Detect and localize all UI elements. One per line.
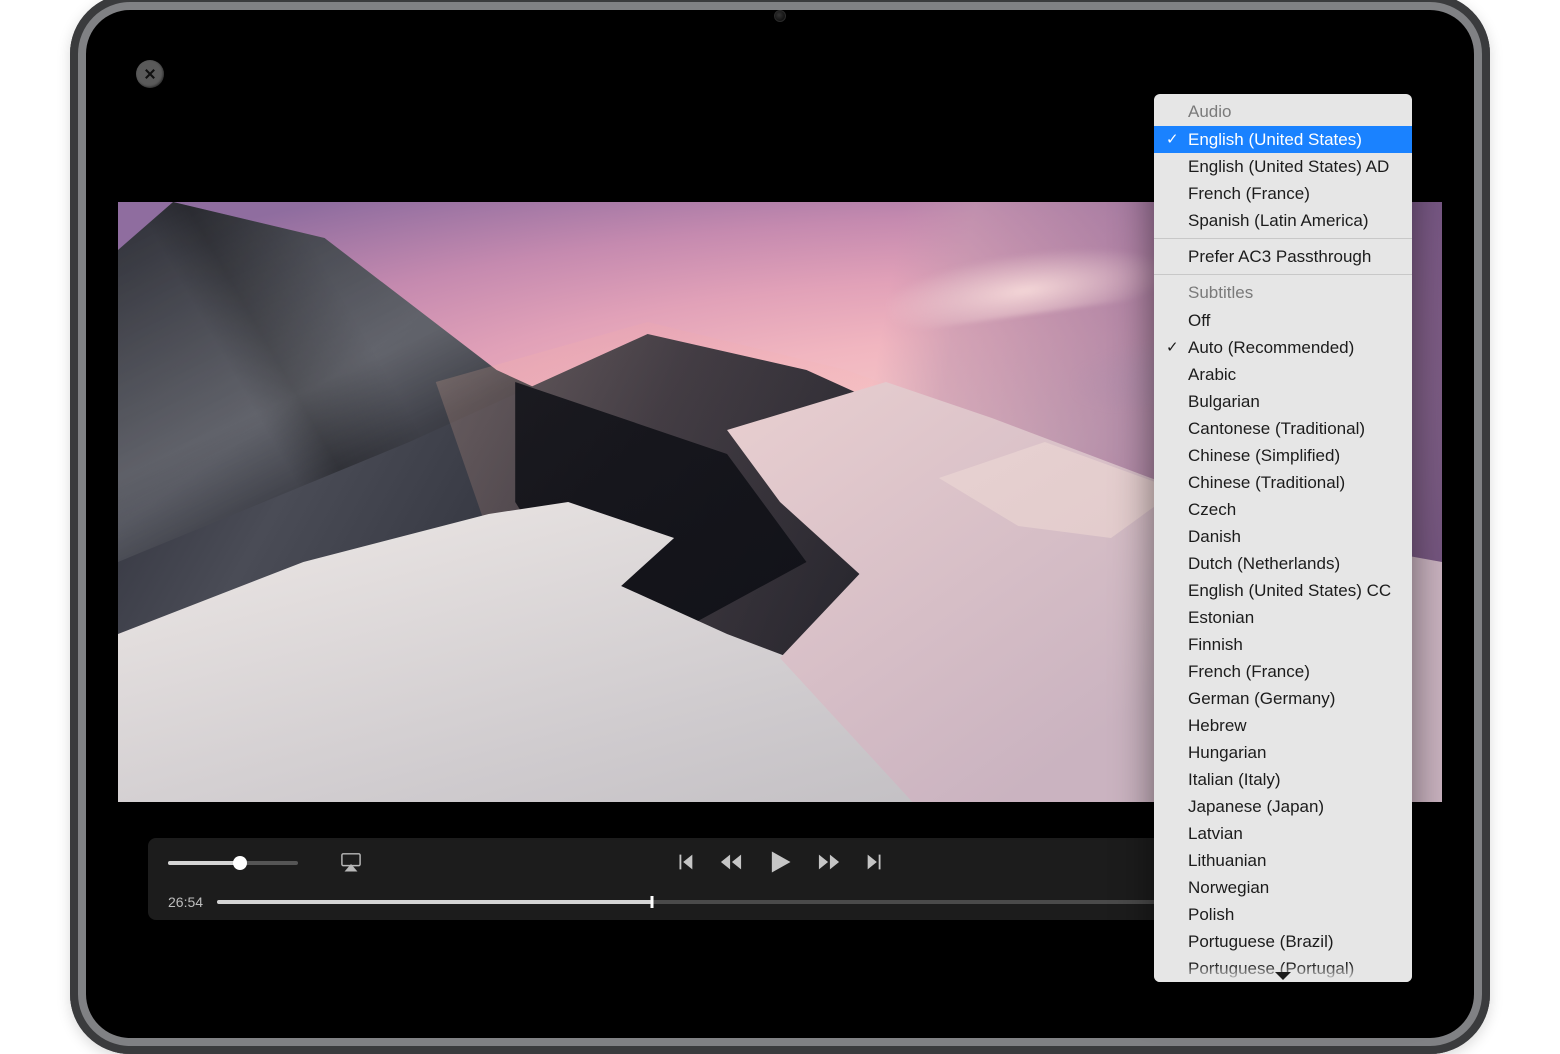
subtitle-option[interactable]: Chinese (Traditional) — [1154, 469, 1412, 496]
subtitle-option[interactable]: Japanese (Japan) — [1154, 793, 1412, 820]
close-icon — [143, 67, 157, 81]
menu-item-label: English (United States) — [1188, 130, 1362, 149]
menu-item-label: Latvian — [1188, 824, 1243, 843]
audio-subtitles-menu[interactable]: Audio ✓ English (United States) English (U… — [1154, 94, 1412, 982]
menu-item-label: Lithuanian — [1188, 851, 1266, 870]
subtitle-option[interactable]: Estonian — [1154, 604, 1412, 631]
subtitle-option[interactable]: Norwegian — [1154, 874, 1412, 901]
menu-item-label: Dutch (Netherlands) — [1188, 554, 1340, 573]
menu-item-label: Auto (Recommended) — [1188, 338, 1354, 357]
menu-item-label: Chinese (Simplified) — [1188, 446, 1340, 465]
close-button[interactable] — [136, 60, 164, 88]
menu-item-label: Cantonese (Traditional) — [1188, 419, 1365, 438]
audio-section-header: Audio — [1154, 98, 1412, 126]
next-button[interactable] — [864, 851, 886, 876]
menu-item-label: Off — [1188, 311, 1210, 330]
menu-item-label: French (France) — [1188, 662, 1310, 681]
ac3-passthrough-option[interactable]: Prefer AC3 Passthrough — [1154, 243, 1412, 270]
menu-item-label: Hebrew — [1188, 716, 1247, 735]
subtitle-option[interactable]: Off — [1154, 307, 1412, 334]
camera-icon — [774, 10, 786, 22]
subtitle-option[interactable]: Arabic — [1154, 361, 1412, 388]
subtitle-option[interactable]: ✓ Auto (Recommended) — [1154, 334, 1412, 361]
subtitles-section-header: Subtitles — [1154, 279, 1412, 307]
audio-option[interactable]: ✓ English (United States) — [1154, 126, 1412, 153]
menu-item-label: Czech — [1188, 500, 1236, 519]
subtitle-option[interactable]: Italian (Italy) — [1154, 766, 1412, 793]
menu-item-label: Finnish — [1188, 635, 1243, 654]
video-player-fullscreen: 26:54 Audio ✓ English (United States) Engl… — [118, 42, 1442, 942]
menu-separator — [1154, 274, 1412, 275]
menu-item-label: Bulgarian — [1188, 392, 1260, 411]
volume-slider[interactable] — [168, 861, 318, 865]
check-icon: ✓ — [1166, 336, 1179, 359]
laptop-bezel: 26:54 Audio ✓ English (United States) Engl… — [70, 0, 1490, 1054]
previous-button[interactable] — [674, 851, 696, 876]
subtitle-option[interactable]: Finnish — [1154, 631, 1412, 658]
subtitle-option[interactable]: French (France) — [1154, 658, 1412, 685]
menu-item-label: Hungarian — [1188, 743, 1266, 762]
menu-item-label: English (United States) CC — [1188, 581, 1391, 600]
subtitle-option[interactable]: Dutch (Netherlands) — [1154, 550, 1412, 577]
subtitle-option[interactable]: Czech — [1154, 496, 1412, 523]
rewind-icon — [720, 851, 742, 873]
menu-item-label: English (United States) AD — [1188, 157, 1389, 176]
menu-item-label: Spanish (Latin America) — [1188, 211, 1368, 230]
play-icon — [766, 848, 794, 876]
elapsed-time: 26:54 — [168, 894, 203, 910]
menu-item-label: Chinese (Traditional) — [1188, 473, 1345, 492]
airplay-icon — [340, 852, 362, 872]
subtitle-option[interactable]: Lithuanian — [1154, 847, 1412, 874]
scroll-down-indicator-icon[interactable] — [1275, 972, 1291, 980]
airplay-button[interactable] — [340, 852, 362, 875]
menu-item-label: Portuguese (Brazil) — [1188, 932, 1334, 951]
fast-forward-icon — [818, 851, 840, 873]
skip-back-icon — [674, 851, 696, 873]
subtitle-option[interactable]: Polish — [1154, 901, 1412, 928]
subtitle-option[interactable]: Latvian — [1154, 820, 1412, 847]
menu-item-label: German (Germany) — [1188, 689, 1335, 708]
subtitle-option[interactable]: English (United States) CC — [1154, 577, 1412, 604]
menu-item-label: Arabic — [1188, 365, 1236, 384]
menu-item-label: Italian (Italy) — [1188, 770, 1281, 789]
rewind-button[interactable] — [720, 851, 742, 876]
subtitle-option[interactable]: Portuguese (Brazil) — [1154, 928, 1412, 955]
audio-option[interactable]: French (France) — [1154, 180, 1412, 207]
menu-separator — [1154, 238, 1412, 239]
menu-item-label: Japanese (Japan) — [1188, 797, 1324, 816]
menu-item-label: Estonian — [1188, 608, 1254, 627]
play-button[interactable] — [766, 848, 794, 879]
subtitle-option[interactable]: Chinese (Simplified) — [1154, 442, 1412, 469]
subtitle-option[interactable]: Hungarian — [1154, 739, 1412, 766]
skip-forward-icon — [864, 851, 886, 873]
subtitle-option[interactable]: Danish — [1154, 523, 1412, 550]
subtitle-option[interactable]: Hebrew — [1154, 712, 1412, 739]
forward-button[interactable] — [818, 851, 840, 876]
subtitle-option[interactable]: Cantonese (Traditional) — [1154, 415, 1412, 442]
menu-item-label: Polish — [1188, 905, 1234, 924]
subtitle-option[interactable]: Bulgarian — [1154, 388, 1412, 415]
subtitle-option[interactable]: German (Germany) — [1154, 685, 1412, 712]
menu-item-label: French (France) — [1188, 184, 1310, 203]
audio-option[interactable]: English (United States) AD — [1154, 153, 1412, 180]
menu-item-label: Norwegian — [1188, 878, 1269, 897]
check-icon: ✓ — [1166, 128, 1179, 151]
menu-item-label: Danish — [1188, 527, 1241, 546]
audio-option[interactable]: Spanish (Latin America) — [1154, 207, 1412, 234]
